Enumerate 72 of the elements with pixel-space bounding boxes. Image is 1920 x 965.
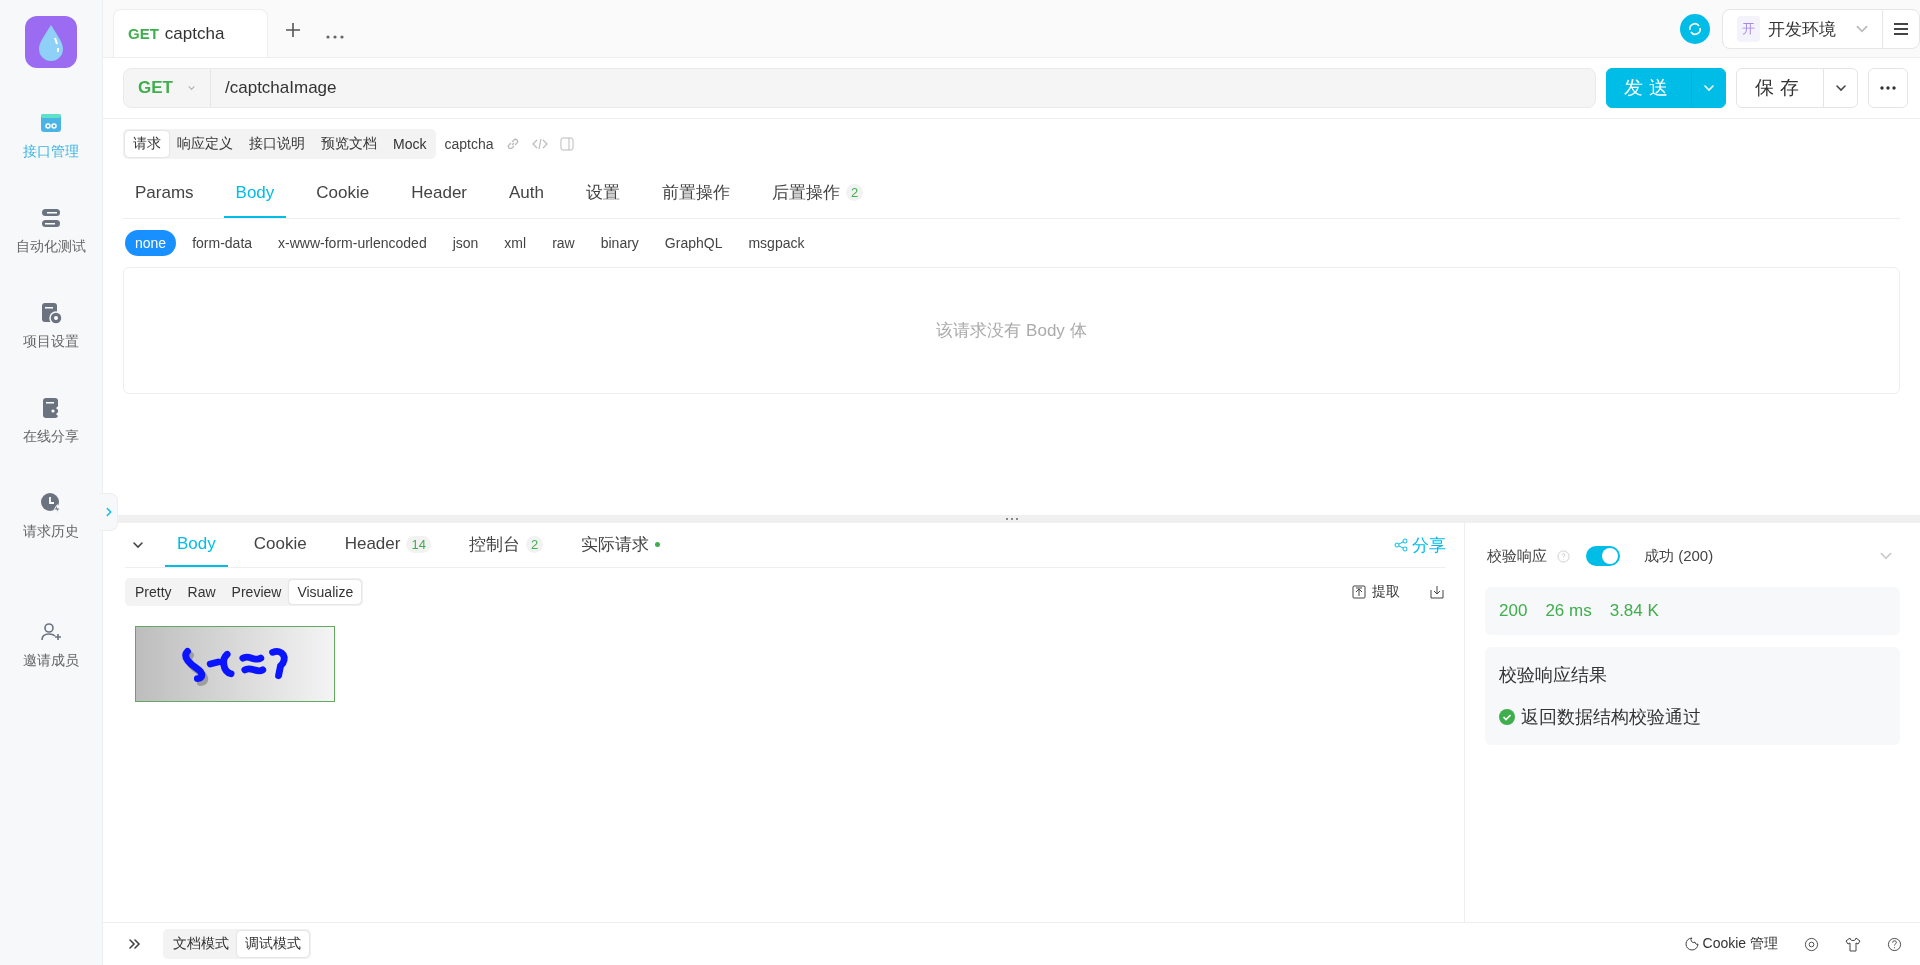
extract-icon xyxy=(1352,585,1366,599)
logo-icon xyxy=(25,16,77,68)
mode-tab[interactable]: 调试模式 xyxy=(237,931,309,957)
view-mode-tab[interactable]: Raw xyxy=(179,580,224,604)
status-code: 200 xyxy=(1499,601,1528,621)
double-chevron-right-icon xyxy=(127,937,141,951)
shirt-icon xyxy=(1845,936,1861,952)
more-icon xyxy=(326,35,344,39)
response-tab[interactable]: Cookie xyxy=(241,523,319,567)
response-size: 3.84 K xyxy=(1609,601,1659,621)
more-icon xyxy=(1880,86,1896,90)
view-mode-tab[interactable]: Preview xyxy=(223,580,290,604)
settings-icon xyxy=(39,300,63,325)
url-field[interactable]: GET /captchaImage xyxy=(123,68,1596,108)
clock-icon xyxy=(39,490,63,515)
param-tab[interactable]: Header xyxy=(399,169,479,218)
response-time: 26 ms xyxy=(1545,601,1592,621)
body-type-option[interactable]: binary xyxy=(590,230,649,256)
sidebar-item[interactable]: 在线分享 xyxy=(23,373,79,468)
panel-icon[interactable] xyxy=(559,137,574,151)
target-icon xyxy=(1804,936,1819,952)
drag-handle-icon[interactable] xyxy=(1004,517,1019,521)
api-name: captcha xyxy=(444,136,494,152)
download-icon xyxy=(1430,585,1444,599)
more-button[interactable] xyxy=(1868,68,1908,108)
mode-tab[interactable]: 文档模式 xyxy=(165,931,237,957)
doc-tab[interactable]: 响应定义 xyxy=(169,131,241,157)
validation-switch[interactable] xyxy=(1586,546,1620,566)
request-tab[interactable]: GET captcha xyxy=(113,9,268,57)
sidebar-item[interactable]: 邀请成员 xyxy=(23,597,79,692)
doc-tab[interactable]: 预览文档 xyxy=(313,131,385,157)
sidebar-item[interactable]: 自动化测试 xyxy=(16,183,86,278)
sidebar-item[interactable]: 请求历史 xyxy=(23,468,79,563)
param-tab[interactable]: Params xyxy=(123,169,206,218)
body-type-option[interactable]: msgpack xyxy=(738,230,815,256)
view-mode-tab[interactable]: Pretty xyxy=(127,580,180,604)
menu-icon xyxy=(1893,22,1909,36)
response-tab[interactable]: 实际请求 xyxy=(569,523,673,567)
plus-icon xyxy=(284,21,302,39)
link-icon[interactable] xyxy=(505,137,520,151)
body-type-option[interactable]: raw xyxy=(542,230,585,256)
empty-message: 该请求没有 Body 体 xyxy=(936,320,1087,342)
response-tab[interactable]: 控制台 2 xyxy=(456,523,556,567)
share-icon xyxy=(1394,538,1408,552)
body-type-option[interactable]: GraphQL xyxy=(654,230,733,256)
result-message: 返回数据结构校验通过 xyxy=(1499,705,1886,729)
cookie-icon xyxy=(1684,937,1699,951)
result-title: 校验响应结果 xyxy=(1499,664,1608,687)
body-type-option[interactable]: form-data xyxy=(182,230,263,256)
code-icon[interactable] xyxy=(531,137,548,151)
response-tab[interactable]: Header 14 xyxy=(332,523,443,567)
doc-tab[interactable]: 请求 xyxy=(125,131,169,157)
check-circle-icon xyxy=(1499,709,1515,725)
sidebar-item[interactable]: 项目设置 xyxy=(23,278,79,373)
validation-status: 成功 (200) xyxy=(1644,546,1714,566)
view-mode-tab[interactable]: Visualize xyxy=(289,580,362,604)
sync-icon xyxy=(1687,21,1703,37)
body-type-option[interactable]: json xyxy=(442,230,489,256)
param-tab[interactable]: 后置操作 2 xyxy=(760,169,876,218)
param-tab[interactable]: 设置 xyxy=(574,169,632,218)
param-tab[interactable]: 前置操作 xyxy=(650,169,742,218)
help-icon xyxy=(1887,936,1902,952)
body-type-option[interactable]: xml xyxy=(494,230,537,256)
body-type-option[interactable]: x-www-form-urlencoded xyxy=(268,230,437,256)
validation-label: 校验响应 xyxy=(1487,546,1547,566)
doc-tab[interactable]: Mock xyxy=(385,131,435,157)
extract-button[interactable]: 提取 xyxy=(1346,582,1406,602)
sync-button[interactable] xyxy=(1680,14,1710,44)
param-tab[interactable]: Cookie xyxy=(304,169,382,218)
cookie-button[interactable]: Cookie 管理 xyxy=(1678,934,1784,954)
param-tab[interactable]: Auth xyxy=(497,169,556,218)
doc-tab[interactable]: 接口说明 xyxy=(241,131,313,157)
